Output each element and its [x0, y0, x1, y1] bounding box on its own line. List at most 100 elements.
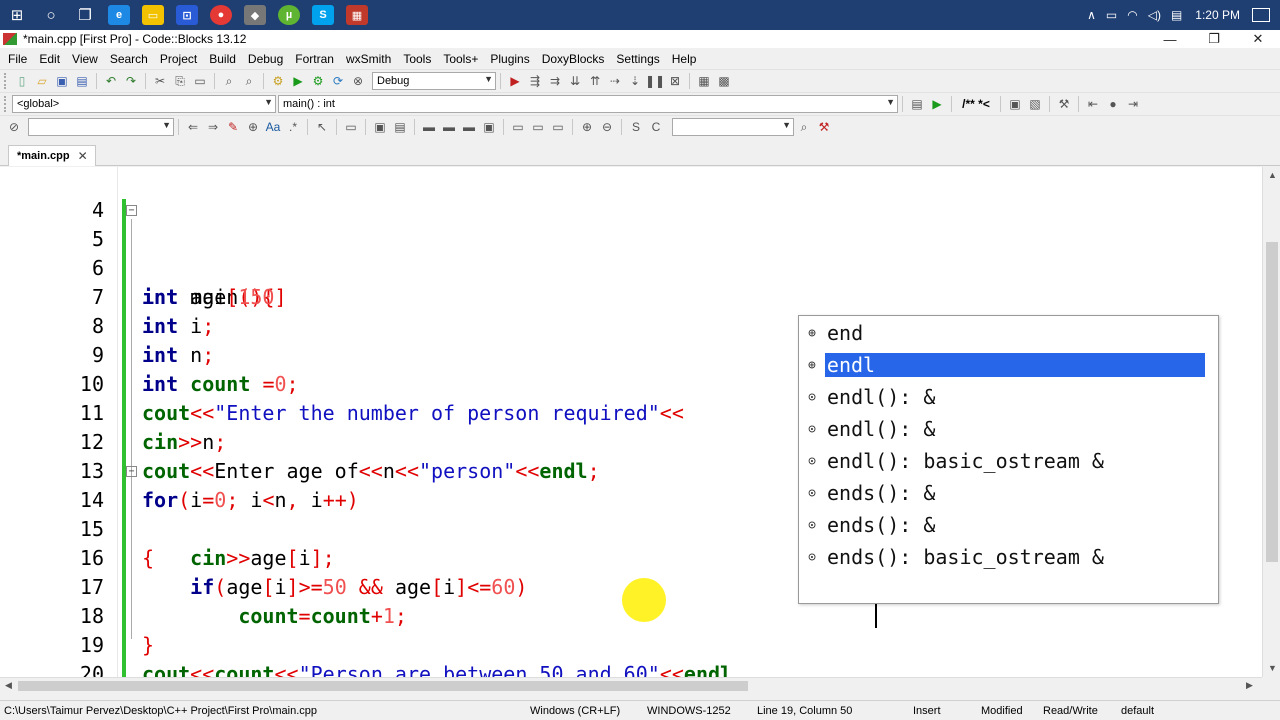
scroll-up-icon[interactable]: ▲: [1268, 170, 1277, 180]
new-file-icon[interactable]: ▯: [12, 72, 32, 90]
frame2-icon[interactable]: ▭: [528, 118, 548, 136]
undo-icon[interactable]: ↶: [101, 72, 121, 90]
build-target-select[interactable]: Debug ▼: [372, 72, 496, 90]
autocomplete-item[interactable]: ⊙ endl(): &: [801, 382, 1205, 412]
align-icon[interactable]: ▬: [419, 118, 439, 136]
menu-tools[interactable]: Tools: [397, 52, 437, 66]
scope-select[interactable]: <global> ▼: [12, 95, 276, 113]
chevron-up-icon[interactable]: ∧: [1087, 8, 1096, 22]
menu-edit[interactable]: Edit: [33, 52, 66, 66]
next-instruction-icon[interactable]: ⇢: [605, 72, 625, 90]
toolbar-grip[interactable]: [4, 96, 8, 112]
next-line-icon[interactable]: ⇉: [545, 72, 565, 90]
back-icon[interactable]: ⇐: [183, 118, 203, 136]
step-instruction-icon[interactable]: ⇣: [625, 72, 645, 90]
horizontal-scroll-thumb[interactable]: [18, 681, 748, 691]
volume-icon[interactable]: ◁): [1148, 8, 1161, 22]
clear-icon[interactable]: ⊘: [4, 118, 24, 136]
settings-icon[interactable]: ⚒: [814, 118, 834, 136]
find-icon[interactable]: ⌕: [219, 72, 239, 90]
skype-icon[interactable]: S: [312, 5, 334, 25]
menu-help[interactable]: Help: [666, 52, 703, 66]
block-comment-button[interactable]: /** *<: [956, 95, 996, 113]
menu-settings[interactable]: Settings: [610, 52, 665, 66]
autocomplete-item[interactable]: ⊙ ends(): &: [801, 478, 1205, 508]
bookmark-dot-icon[interactable]: ●: [1103, 95, 1123, 113]
pointer-icon[interactable]: ↖: [312, 118, 332, 136]
zoom-in-icon[interactable]: ⊕: [577, 118, 597, 136]
vertical-scroll-thumb[interactable]: [1266, 242, 1278, 562]
app-icon[interactable]: ◆: [244, 5, 266, 25]
menu-file[interactable]: File: [2, 52, 33, 66]
scroll-down-icon[interactable]: ▼: [1268, 663, 1277, 673]
menu-view[interactable]: View: [66, 52, 104, 66]
menu-wxsmith[interactable]: wxSmith: [340, 52, 397, 66]
task-view-icon[interactable]: ❐: [68, 0, 102, 30]
wifi-icon[interactable]: ◠: [1127, 8, 1137, 22]
cortana-icon[interactable]: ○: [34, 0, 68, 30]
regex-icon[interactable]: .*: [283, 118, 303, 136]
align4-icon[interactable]: ▣: [479, 118, 499, 136]
autocomplete-item[interactable]: ⊙ ends(): basic_ostream &: [801, 542, 1205, 572]
menu-search[interactable]: Search: [104, 52, 154, 66]
utorrent-icon[interactable]: µ: [278, 5, 300, 25]
doxy-chm-icon[interactable]: ▧: [1025, 95, 1045, 113]
select-icon[interactable]: ⊕: [243, 118, 263, 136]
open-file-icon[interactable]: ▱: [32, 72, 52, 90]
menu-fortran[interactable]: Fortran: [289, 52, 340, 66]
widget-icon[interactable]: ▭: [341, 118, 361, 136]
scroll-left-icon[interactable]: ◀: [5, 680, 12, 691]
redo-icon[interactable]: ↷: [121, 72, 141, 90]
file-explorer-icon[interactable]: ▭: [142, 5, 164, 25]
next-bookmark-icon[interactable]: ⇥: [1123, 95, 1143, 113]
tab-main-cpp[interactable]: *main.cpp ✕: [8, 145, 96, 166]
scroll-right-icon[interactable]: ▶: [1246, 680, 1253, 691]
step-into-icon[interactable]: ⇊: [565, 72, 585, 90]
battery-icon[interactable]: ▭: [1106, 8, 1117, 22]
menu-tools-plus[interactable]: Tools+: [437, 52, 484, 66]
toolbar-grip[interactable]: [4, 73, 8, 89]
step-out-icon[interactable]: ⇈: [585, 72, 605, 90]
build-run-icon[interactable]: ⚙: [308, 72, 328, 90]
notification-icon[interactable]: [1252, 8, 1270, 22]
run-to-cursor-icon[interactable]: ⇶: [525, 72, 545, 90]
align2-icon[interactable]: ▬: [439, 118, 459, 136]
autocomplete-item[interactable]: ⊕ end: [801, 318, 1205, 348]
debug-run-icon[interactable]: ▶: [505, 72, 525, 90]
doxy-html-icon[interactable]: ▣: [1005, 95, 1025, 113]
pause-icon[interactable]: ❚❚: [645, 72, 665, 90]
abort-icon[interactable]: ⊗: [348, 72, 368, 90]
windows-start-icon[interactable]: ⊞: [0, 0, 34, 30]
doxy-run-icon[interactable]: ▶: [927, 95, 947, 113]
menu-project[interactable]: Project: [154, 52, 203, 66]
rebuild-icon[interactable]: ⟳: [328, 72, 348, 90]
autocomplete-item[interactable]: ⊙ ends(): &: [801, 510, 1205, 540]
edge-icon[interactable]: e: [108, 5, 130, 25]
search-symbol-icon[interactable]: ⌕: [794, 118, 814, 136]
codeblocks-icon[interactable]: ▦: [346, 5, 368, 25]
zoom-out-icon[interactable]: ⊖: [597, 118, 617, 136]
autocomplete-item-selected[interactable]: ⊕ endl: [801, 350, 1205, 380]
vertical-scrollbar[interactable]: ▲ ▼: [1262, 167, 1280, 677]
keyboard-icon[interactable]: ▤: [1171, 8, 1182, 22]
taskbar-clock[interactable]: 1:20 PM: [1195, 8, 1240, 22]
save-all-icon[interactable]: ▤: [72, 72, 92, 90]
symbol-c-icon[interactable]: C: [646, 118, 666, 136]
frame3-icon[interactable]: ▭: [548, 118, 568, 136]
copy-icon[interactable]: ⎘: [170, 72, 190, 90]
cut-icon[interactable]: ✂: [150, 72, 170, 90]
store-icon[interactable]: ⊡: [176, 5, 198, 25]
autocomplete-item[interactable]: ⊙ endl(): &: [801, 414, 1205, 444]
build-gear-icon[interactable]: ⚙: [268, 72, 288, 90]
prev-bookmark-icon[interactable]: ⇤: [1083, 95, 1103, 113]
search-combo[interactable]: ▼: [28, 118, 174, 136]
autocomplete-item[interactable]: ⊙ endl(): basic_ostream &: [801, 446, 1205, 476]
frame-icon[interactable]: ▭: [508, 118, 528, 136]
fold-toggle[interactable]: −: [126, 205, 137, 216]
align3-icon[interactable]: ▬: [459, 118, 479, 136]
maximize-button[interactable]: ❐: [1192, 30, 1236, 48]
menu-build[interactable]: Build: [203, 52, 242, 66]
font-icon[interactable]: Aa: [263, 118, 283, 136]
symbol-s-icon[interactable]: S: [626, 118, 646, 136]
paste-icon[interactable]: ▭: [190, 72, 210, 90]
